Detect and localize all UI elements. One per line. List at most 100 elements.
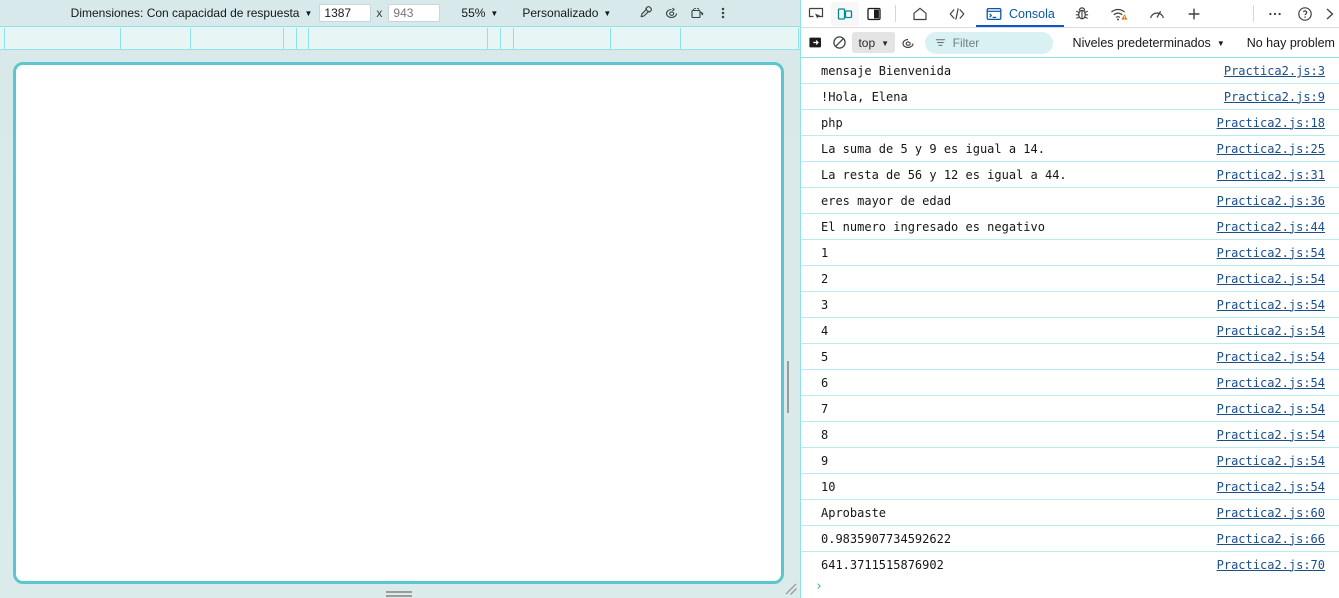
log-levels-dropdown[interactable]: Niveles predeterminados ▼ [1065,32,1233,54]
console-prompt[interactable]: › [801,574,1339,598]
bug-icon [1075,6,1088,19]
tab-network[interactable] [1100,0,1138,27]
console-message-row[interactable]: !Hola, Elena Practica2.js:9 [801,84,1339,110]
help-button[interactable] [1290,0,1320,27]
tab-debugger[interactable] [1064,0,1100,27]
console-message-text: 2 [821,271,829,286]
console-message-source-link[interactable]: Practica2.js:9 [1212,90,1325,104]
eyedropper-icon [640,6,653,18]
console-message-source-link[interactable]: Practica2.js:54 [1205,298,1325,312]
issues-status[interactable]: No hay problem [1247,36,1335,50]
console-message-source-link[interactable]: Practica2.js:18 [1205,116,1325,130]
live-expression-button[interactable] [897,31,919,55]
resize-handle-bottom[interactable] [386,591,412,597]
console-message-row[interactable]: 3 Practica2.js:54 [801,292,1339,318]
screenshot-button[interactable] [684,2,710,24]
console-message-row[interactable]: 10 Practica2.js:54 [801,474,1339,500]
console-message-text: La resta de 56 y 12 es igual a 44. [821,167,1067,182]
split-console-button[interactable] [805,31,827,55]
device-more-options-button[interactable] [710,2,736,24]
console-message-source-link[interactable]: Practica2.js:54 [1205,480,1325,494]
console-message-text: 6 [821,375,829,390]
console-message-row[interactable]: 7 Practica2.js:54 [801,396,1339,422]
emulated-page-frame[interactable] [13,62,784,584]
console-message-row[interactable]: El numero ingresado es negativo Practica2… [801,214,1339,240]
resize-handle-right[interactable] [787,361,793,413]
dimensions-dropdown[interactable]: Dimensiones: Con capacidad de respuesta … [64,4,320,22]
height-input[interactable] [388,4,441,22]
more-tools-button[interactable] [1260,0,1290,27]
resize-handle-corner[interactable] [784,582,798,596]
console-message-source-link[interactable]: Practica2.js:44 [1205,220,1325,234]
ruler-tick [680,28,681,49]
console-message-text: 4 [821,323,829,338]
console-message-source-link[interactable]: Practica2.js:36 [1205,194,1325,208]
console-message-source-link[interactable]: Practica2.js:54 [1205,324,1325,338]
zoom-dropdown[interactable]: 55% ▼ [454,4,505,22]
help-icon [1298,6,1312,21]
console-message-source-link[interactable]: Practica2.js:66 [1205,532,1325,546]
viewport-area [0,50,800,598]
console-message-row[interactable]: 6 Practica2.js:54 [801,370,1339,396]
console-message-source-link[interactable]: Practica2.js:60 [1205,506,1325,520]
viewport-ruler [0,26,800,50]
panel-layout-button[interactable] [859,0,889,27]
chevron-down-icon: ▼ [490,9,499,18]
tab-elements[interactable] [938,0,976,27]
console-message-row[interactable]: 4 Practica2.js:54 [801,318,1339,344]
console-message-source-link[interactable]: Practica2.js:54 [1205,454,1325,468]
console-message-source-link[interactable]: Practica2.js:54 [1205,376,1325,390]
home-icon [913,7,927,20]
execution-context-dropdown[interactable]: top ▼ [852,32,896,53]
console-message-row[interactable]: 0.9835907734592622 Practica2.js:66 [801,526,1339,552]
console-message-row[interactable]: 2 Practica2.js:54 [801,266,1339,292]
console-message-row[interactable]: La suma de 5 y 9 es igual a 14. Practica2… [801,136,1339,162]
eyedropper-button[interactable] [632,2,658,24]
console-message-source-link[interactable]: Practica2.js:3 [1212,64,1325,78]
width-input[interactable] [319,4,372,22]
console-message-source-link[interactable]: Practica2.js:31 [1205,168,1325,182]
tab-home[interactable] [902,0,938,27]
console-message-row[interactable]: 5 Practica2.js:54 [801,344,1339,370]
console-message-row[interactable]: Aprobaste Practica2.js:60 [801,500,1339,526]
console-icon [986,7,1002,20]
console-message-source-link[interactable]: Practica2.js:54 [1205,350,1325,364]
console-message-source-link[interactable]: Practica2.js:54 [1205,246,1325,260]
console-filter[interactable] [924,31,1053,54]
tab-console-label: Consola [1009,6,1055,21]
console-message-source-link[interactable]: Practica2.js:54 [1205,402,1325,416]
throttling-label: Personalizado [522,6,599,20]
console-message-row[interactable]: eres mayor de edad Practica2.js:36 [801,188,1339,214]
console-message-source-link[interactable]: Practica2.js:54 [1205,272,1325,286]
console-message-source-link[interactable]: Practica2.js:70 [1205,558,1325,572]
tab-add[interactable] [1176,0,1212,27]
rotate-button[interactable] [658,2,684,24]
screenshot-icon [691,7,704,19]
console-prompt-caret: › [815,578,823,594]
console-message-text: El numero ingresado es negativo [821,219,1045,234]
console-message-source-link[interactable]: Practica2.js:25 [1205,142,1325,156]
console-message-row[interactable]: php Practica2.js:18 [801,110,1339,136]
console-message-row[interactable]: 641.3711515876902 Practica2.js:70 [801,552,1339,574]
console-filter-input[interactable] [952,35,1043,50]
console-message-row[interactable]: La resta de 56 y 12 es igual a 44. Practi… [801,162,1339,188]
clear-console-icon [833,36,846,49]
throttling-dropdown[interactable]: Personalizado ▼ [515,4,618,22]
tab-performance[interactable] [1138,0,1176,27]
console-message-text: php [821,115,843,130]
zoom-label: 55% [461,6,486,20]
panel-layout-icon [867,7,881,20]
console-message-row[interactable]: 9 Practica2.js:54 [801,448,1339,474]
tab-console[interactable]: Consola [976,0,1064,27]
inspect-element-button[interactable] [801,0,831,27]
console-message-list[interactable]: mensaje Bienvenida Practica2.js:3 !Hola, E… [801,58,1339,575]
console-message-source-link[interactable]: Practica2.js:54 [1205,428,1325,442]
console-message-row[interactable]: mensaje Bienvenida Practica2.js:3 [801,58,1339,84]
close-devtools-button[interactable] [1320,0,1339,27]
performance-icon [1149,10,1164,18]
console-message-row[interactable]: 8 Practica2.js:54 [801,422,1339,448]
inspect-element-icon [808,7,824,19]
console-message-row[interactable]: 1 Practica2.js:54 [801,240,1339,266]
clear-console-button[interactable] [829,31,851,55]
toggle-device-toolbar-button[interactable] [831,1,859,26]
